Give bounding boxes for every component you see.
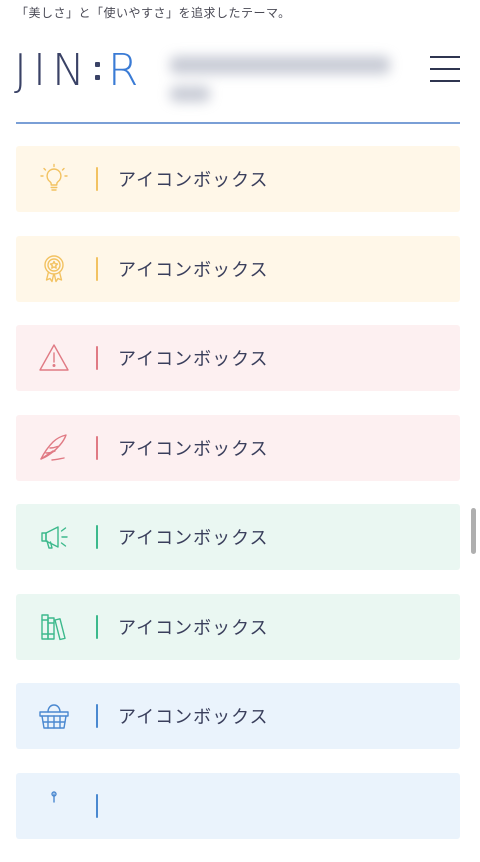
site-header: JIN R bbox=[0, 24, 480, 124]
icon-box-label: アイコンボックス bbox=[118, 170, 269, 191]
icon-box: アイコンボックス bbox=[16, 414, 460, 481]
site-logo[interactable]: JIN R bbox=[14, 46, 138, 96]
scrollbar[interactable] bbox=[471, 508, 476, 554]
partial-icon bbox=[36, 788, 72, 824]
logo-wordmark: JIN bbox=[14, 45, 91, 96]
separator bbox=[96, 704, 98, 728]
icon-box: アイコンボックス bbox=[16, 325, 460, 391]
separator bbox=[96, 167, 98, 191]
icon-box: アイコンボックス bbox=[16, 146, 460, 212]
award-medal-icon bbox=[36, 251, 72, 287]
header-divider bbox=[16, 122, 460, 124]
icon-box-label: アイコンボックス bbox=[118, 528, 269, 549]
books-icon bbox=[36, 609, 72, 645]
icon-box: アイコンボックス bbox=[16, 504, 460, 570]
megaphone-icon bbox=[36, 519, 72, 555]
logo-colon bbox=[94, 62, 100, 80]
icon-box: アイコンボックス bbox=[16, 593, 460, 660]
menu-icon[interactable] bbox=[430, 56, 460, 82]
feather-icon bbox=[36, 430, 72, 466]
separator bbox=[96, 256, 98, 281]
icon-box-label: アイコンボックス bbox=[118, 349, 269, 370]
site-tagline: 「美しさ」と「使いやすさ」を追求したテーマ。 bbox=[16, 6, 291, 20]
basket-icon bbox=[36, 698, 72, 734]
separator bbox=[96, 346, 98, 370]
icon-box-label: アイコンボックス bbox=[118, 259, 269, 281]
icon-box-label: アイコンボックス bbox=[118, 617, 269, 639]
icon-box: アイコンボックス bbox=[16, 235, 460, 302]
blurred-region bbox=[170, 52, 400, 108]
icon-box-list: アイコンボックス アイコンボックス アイコンボックス アイコンボックス アイコン… bbox=[16, 146, 460, 862]
separator bbox=[96, 525, 98, 549]
icon-box bbox=[16, 772, 460, 839]
separator bbox=[96, 614, 98, 639]
icon-box: アイコンボックス bbox=[16, 683, 460, 749]
warning-icon bbox=[36, 340, 72, 376]
lightbulb-icon bbox=[36, 161, 72, 197]
icon-box-label: アイコンボックス bbox=[118, 707, 269, 728]
icon-box-label: アイコンボックス bbox=[118, 438, 269, 460]
logo-accent: R bbox=[107, 45, 139, 96]
separator bbox=[96, 435, 98, 460]
separator bbox=[96, 793, 98, 818]
